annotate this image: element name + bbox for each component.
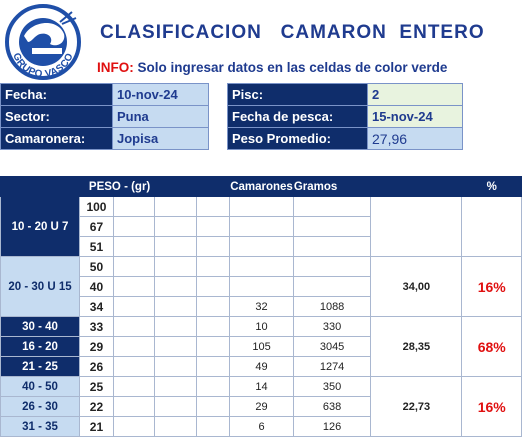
header-gramos: Gramos — [292, 176, 372, 197]
info-label: INFO: — [97, 60, 134, 75]
page-title: CLASIFICACION CAMARON ENTERO — [100, 22, 485, 43]
header-peso: PESO - (gr) — [0, 176, 156, 197]
camarones-cell[interactable] — [229, 256, 294, 277]
gramos-cell[interactable]: 350 — [292, 376, 372, 397]
camarones-cell[interactable]: 29 — [229, 396, 294, 417]
gramos-cell[interactable]: 1274 — [292, 356, 372, 377]
info-note: INFO: Solo ingresar datos en las celdas … — [97, 60, 447, 75]
table-row: 40 - 50 25 14 350 22,73 16% — [0, 376, 522, 437]
gramos-cell[interactable]: 330 — [292, 316, 372, 337]
peso-cell: 51 — [79, 236, 114, 257]
pisc-label: Pisc: — [227, 83, 368, 106]
header-camarones: Camarones — [229, 176, 294, 197]
sector-value[interactable]: Puna — [112, 105, 209, 128]
sector-label: Sector: — [0, 105, 113, 128]
fecha-value[interactable]: 10-nov-24 — [112, 83, 209, 106]
gramos-cell[interactable]: 3045 — [292, 336, 372, 357]
fecha-pesca-value[interactable]: 15-nov-24 — [367, 105, 463, 128]
peso-promedio-label: Peso Promedio: — [227, 127, 368, 150]
peso-cell: 29 — [79, 336, 114, 357]
peso-cell: 33 — [79, 316, 114, 337]
gramos-cell[interactable] — [292, 216, 372, 237]
table-row: 10 - 20 U 7 100 — [0, 196, 522, 257]
avg-cell: 28,35 — [370, 316, 463, 377]
peso-cell: 40 — [79, 276, 114, 297]
range-cell: 16 - 20 — [0, 336, 81, 357]
gramos-cell[interactable] — [292, 256, 372, 277]
gramos-cell[interactable]: 126 — [292, 416, 372, 437]
table-row: 20 - 30 U 15 50 34,00 16% — [0, 256, 522, 317]
peso-cell: 100 — [79, 196, 114, 217]
camarones-cell[interactable]: 32 — [229, 296, 294, 317]
peso-cell: 25 — [79, 376, 114, 397]
range-cell: 21 - 25 — [0, 356, 81, 377]
range-cell: 30 - 40 — [0, 316, 81, 337]
range-cell: 10 - 20 U 7 — [0, 196, 81, 257]
table-header: PESO - (gr) Camarones Gramos % — [0, 176, 522, 197]
info-text: Solo ingresar datos en las celdas de col… — [133, 60, 448, 75]
avg-cell: 22,73 — [370, 376, 463, 437]
info-table-left: Fecha: 10-nov-24 Sector: Puna Camaronera… — [0, 83, 209, 150]
fecha-pesca-label: Fecha de pesca: — [227, 105, 368, 128]
range-cell: 31 - 35 — [0, 416, 81, 437]
gramos-cell[interactable] — [292, 236, 372, 257]
camaronera-value[interactable]: Jopisa — [112, 127, 209, 150]
header-pct: % — [461, 176, 522, 197]
pct-cell: 68% — [461, 316, 522, 377]
peso-cell: 21 — [79, 416, 114, 437]
range-cell: 26 - 30 — [0, 396, 81, 417]
grupo-vasco-logo: GRUPO VASCO — [2, 2, 84, 82]
peso-cell: 67 — [79, 216, 114, 237]
camarones-cell[interactable] — [229, 236, 294, 257]
pisc-value[interactable]: 2 — [367, 83, 463, 106]
info-table-right: Pisc: 2 Fecha de pesca: 15-nov-24 Peso P… — [227, 83, 463, 150]
camarones-cell[interactable]: 14 — [229, 376, 294, 397]
pct-cell — [461, 196, 522, 257]
camarones-cell[interactable] — [229, 216, 294, 237]
peso-promedio-value: 27,96 — [367, 127, 463, 150]
camarones-cell[interactable]: 49 — [229, 356, 294, 377]
avg-cell — [370, 196, 463, 257]
camarones-cell[interactable] — [229, 276, 294, 297]
camarones-cell[interactable] — [229, 196, 294, 217]
gramos-cell[interactable] — [292, 196, 372, 217]
classification-table: PESO - (gr) Camarones Gramos % 10 - 20 U… — [0, 176, 522, 437]
avg-cell: 34,00 — [370, 256, 463, 317]
camarones-cell[interactable]: 105 — [229, 336, 294, 357]
range-cell: 20 - 30 U 15 — [0, 256, 81, 317]
gramos-cell[interactable]: 1088 — [292, 296, 372, 317]
fecha-label: Fecha: — [0, 83, 113, 106]
pct-cell: 16% — [461, 376, 522, 437]
pct-cell: 16% — [461, 256, 522, 317]
peso-cell: 34 — [79, 296, 114, 317]
peso-cell: 50 — [79, 256, 114, 277]
peso-cell: 26 — [79, 356, 114, 377]
shrimp-logo-icon: GRUPO VASCO — [5, 4, 81, 80]
camaronera-label: Camaronera: — [0, 127, 113, 150]
camarones-cell[interactable]: 6 — [229, 416, 294, 437]
camarones-cell[interactable]: 10 — [229, 316, 294, 337]
peso-cell: 22 — [79, 396, 114, 417]
gramos-cell[interactable] — [292, 276, 372, 297]
range-cell: 40 - 50 — [0, 376, 81, 397]
table-row: 30 - 40 33 10 330 28,35 68% — [0, 316, 522, 377]
gramos-cell[interactable]: 638 — [292, 396, 372, 417]
